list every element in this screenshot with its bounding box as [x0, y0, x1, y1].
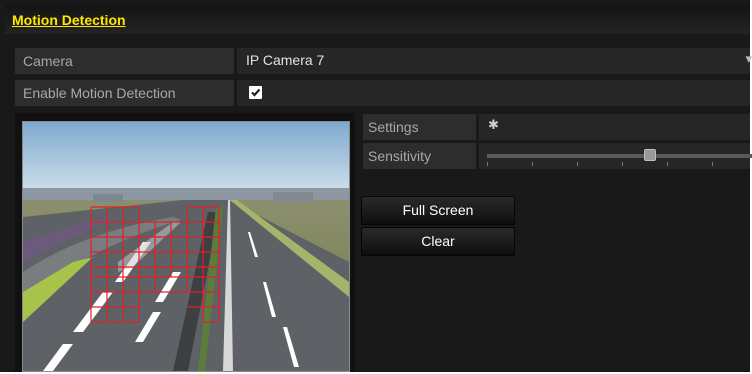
page-title[interactable]: Motion Detection — [12, 12, 126, 28]
settings-value-cell: ✱ — [479, 114, 750, 140]
slider-tick — [667, 162, 668, 166]
camera-preview[interactable] — [22, 121, 350, 372]
camera-dropdown-value: IP Camera 7 — [246, 52, 325, 68]
sensitivity-label: Sensitivity — [368, 148, 432, 164]
enable-value-cell — [237, 80, 750, 106]
sensitivity-slider-thumb[interactable] — [644, 149, 656, 161]
enable-label-cell: Enable Motion Detection — [15, 80, 234, 106]
camera-row: Camera IP Camera 7 ▾ — [15, 48, 752, 74]
settings-row: Settings ✱ — [363, 114, 750, 140]
road-camera-image — [23, 122, 349, 371]
camera-label-cell: Camera — [15, 48, 234, 74]
camera-preview-container — [15, 113, 355, 372]
slider-tick — [712, 162, 713, 166]
clear-button[interactable]: Clear — [361, 227, 515, 256]
checkmark-icon — [251, 88, 261, 97]
camera-label: Camera — [23, 53, 73, 69]
gear-icon[interactable]: ✱ — [488, 117, 499, 133]
settings-label: Settings — [368, 119, 419, 135]
camera-dropdown[interactable]: IP Camera 7 ▾ — [237, 48, 752, 74]
sensitivity-value-cell — [479, 143, 752, 169]
enable-motion-detection-row: Enable Motion Detection — [15, 80, 750, 106]
enable-motion-detection-checkbox[interactable] — [249, 86, 262, 99]
sensitivity-slider[interactable] — [487, 149, 752, 166]
title-bar: Motion Detection — [5, 5, 750, 34]
enable-motion-detection-label: Enable Motion Detection — [23, 85, 176, 101]
slider-tick — [622, 162, 623, 166]
slider-tick — [532, 162, 533, 166]
slider-tick — [487, 162, 488, 166]
settings-label-cell: Settings — [363, 114, 476, 140]
sensitivity-label-cell: Sensitivity — [363, 143, 476, 169]
chevron-down-icon[interactable]: ▾ — [745, 51, 752, 67]
motion-detection-panel: Motion Detection Camera IP Camera 7 ▾ En… — [0, 0, 752, 374]
full-screen-button[interactable]: Full Screen — [361, 196, 515, 225]
slider-tick — [577, 162, 578, 166]
sensitivity-row: Sensitivity — [363, 143, 752, 169]
